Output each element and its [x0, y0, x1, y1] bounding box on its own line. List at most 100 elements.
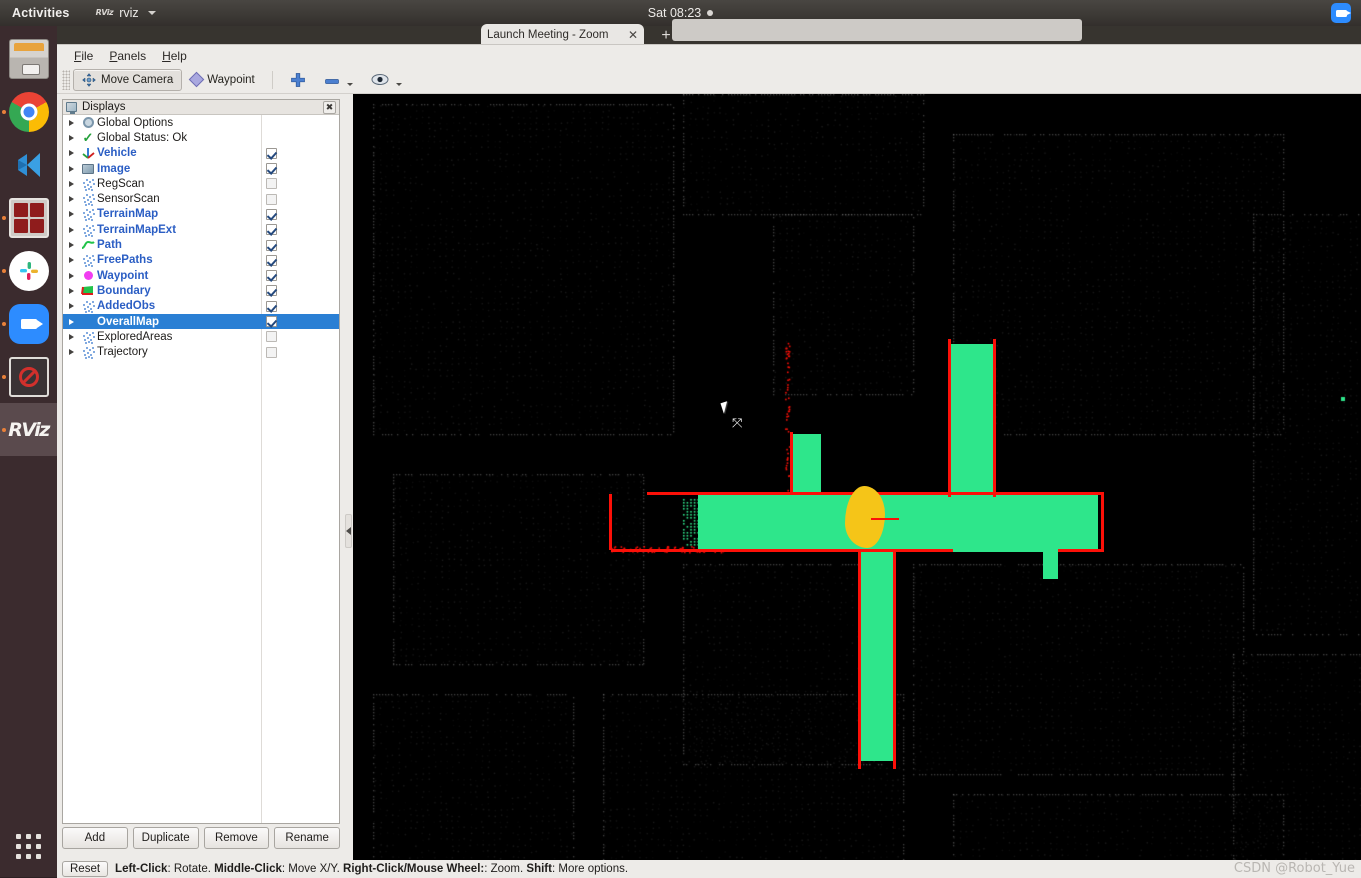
expand-arrow-icon[interactable] [63, 166, 79, 172]
dock-item-files[interactable] [0, 32, 57, 85]
displays-enable-checkbox-cell[interactable] [266, 314, 277, 329]
expand-arrow-icon[interactable] [63, 242, 79, 248]
expand-arrow-icon[interactable] [63, 303, 79, 309]
displays-tree-row[interactable]: OverallMap [63, 314, 339, 329]
displays-tree-row[interactable]: ExploredAreas [63, 329, 339, 344]
displays-enable-checkbox-cell[interactable] [266, 344, 277, 359]
zoom-camera-icon[interactable] [1331, 3, 1351, 23]
duplicate-button[interactable]: Duplicate [133, 827, 199, 849]
collapse-panel-button[interactable] [345, 514, 352, 548]
displays-enable-checkbox-cell[interactable] [266, 299, 277, 314]
dock-item-slack[interactable] [0, 244, 57, 297]
displays-tree-row[interactable]: Boundary [63, 283, 339, 298]
expand-arrow-icon[interactable] [63, 120, 79, 126]
app-menu[interactable]: RViz rviz [96, 6, 156, 20]
rename-button[interactable]: Rename [274, 827, 340, 849]
displays-tree-row[interactable]: FreePaths [63, 253, 339, 268]
expand-arrow-icon[interactable] [63, 227, 79, 233]
displays-enable-checkbox-cell[interactable] [266, 253, 277, 268]
displays-enable-checkbox[interactable] [266, 331, 277, 342]
displays-tree-row[interactable]: TerrainMap [63, 207, 339, 222]
expand-arrow-icon[interactable] [63, 196, 79, 202]
displays-tree-row[interactable]: Waypoint [63, 268, 339, 283]
displays-tree-row[interactable]: RegScan [63, 176, 339, 191]
displays-enable-checkbox-cell[interactable] [266, 222, 277, 237]
displays-enable-checkbox[interactable] [266, 270, 277, 281]
dock-item-blocked-terminal[interactable] [0, 350, 57, 403]
add-button[interactable]: Add [62, 827, 128, 849]
close-icon[interactable]: ✖ [323, 101, 336, 114]
expand-arrow-icon[interactable] [63, 135, 79, 141]
displays-tree-row[interactable]: TerrainMapExt [63, 222, 339, 237]
displays-enable-checkbox-cell[interactable] [266, 176, 277, 191]
activities-button[interactable]: Activities [12, 6, 70, 20]
displays-enable-checkbox[interactable] [266, 178, 277, 189]
expand-arrow-icon[interactable] [63, 211, 79, 217]
expand-arrow-icon[interactable] [63, 273, 79, 279]
move-camera-tool-button[interactable]: Move Camera [73, 69, 182, 91]
dock-item-vscode[interactable] [0, 138, 57, 191]
displays-tree-row[interactable]: AddedObs [63, 299, 339, 314]
expand-arrow-icon[interactable] [63, 319, 79, 325]
displays-enable-checkbox-cell[interactable] [266, 283, 277, 298]
displays-enable-checkbox[interactable] [266, 316, 277, 327]
displays-enable-checkbox-cell[interactable] [266, 329, 277, 344]
displays-tree-row[interactable]: Trajectory [63, 344, 339, 359]
zoom-in-button[interactable] [281, 69, 315, 91]
expand-arrow-icon[interactable] [63, 349, 79, 355]
displays-enable-checkbox-cell[interactable] [266, 191, 277, 206]
reset-button[interactable]: Reset [62, 861, 108, 877]
displays-tree-row[interactable]: ✓Global Status: Ok [63, 130, 339, 145]
focus-camera-button[interactable] [362, 69, 411, 91]
dock-item-rviz[interactable]: RViz [0, 403, 57, 456]
menu-panels[interactable]: Panels [101, 47, 154, 65]
3d-viewport[interactable]: ⤧ [353, 94, 1361, 878]
new-tab-button[interactable]: + [656, 26, 676, 46]
displays-tree[interactable]: Global Options✓Global Status: OkVehicleI… [63, 115, 339, 823]
dock-item-chrome[interactable] [0, 85, 57, 138]
displays-enable-checkbox-cell[interactable] [266, 146, 277, 161]
menu-help[interactable]: Help [154, 47, 195, 65]
displays-enable-checkbox[interactable] [266, 255, 277, 266]
eye-icon [371, 73, 389, 86]
expand-arrow-icon[interactable] [63, 150, 79, 156]
waypoint-tool-button[interactable]: Waypoint [182, 69, 264, 91]
dock-item-terminal[interactable] [0, 191, 57, 244]
browser-tab-zoom[interactable]: Launch Meeting - Zoom ✕ [481, 24, 644, 46]
expand-arrow-icon[interactable] [63, 257, 79, 263]
displays-enable-checkbox[interactable] [266, 209, 277, 220]
displays-enable-checkbox-cell[interactable] [266, 161, 277, 176]
displays-enable-checkbox[interactable] [266, 347, 277, 358]
displays-enable-checkbox-cell[interactable] [266, 237, 277, 252]
displays-tree-row[interactable]: Path [63, 237, 339, 252]
watermark: CSDN @Robot_Yue [1234, 861, 1355, 876]
chevron-down-icon[interactable] [396, 83, 402, 86]
expand-arrow-icon[interactable] [63, 334, 79, 340]
rviz-icon: RViz [9, 410, 49, 450]
expand-arrow-icon[interactable] [63, 181, 79, 187]
displays-enable-checkbox-cell[interactable] [266, 207, 277, 222]
zoom-out-button[interactable] [315, 69, 362, 91]
system-tray[interactable] [1331, 0, 1351, 26]
toolbar-grip[interactable] [62, 70, 70, 90]
chevron-down-icon[interactable] [347, 83, 353, 86]
displays-enable-checkbox[interactable] [266, 285, 277, 296]
displays-tree-row[interactable]: Global Options [63, 115, 339, 130]
displays-enable-checkbox[interactable] [266, 194, 277, 205]
displays-tree-row[interactable]: SensorScan [63, 191, 339, 206]
dock-item-zoom[interactable] [0, 297, 57, 350]
displays-enable-checkbox[interactable] [266, 301, 277, 312]
displays-tree-row[interactable]: Vehicle [63, 146, 339, 161]
remove-button[interactable]: Remove [204, 827, 270, 849]
expand-arrow-icon[interactable] [63, 288, 79, 294]
close-icon[interactable]: ✕ [628, 28, 638, 42]
displays-enable-checkbox[interactable] [266, 224, 277, 235]
displays-enable-checkbox-cell[interactable] [266, 268, 277, 283]
displays-enable-checkbox[interactable] [266, 240, 277, 251]
displays-enable-checkbox[interactable] [266, 148, 277, 159]
menu-file[interactable]: File [66, 47, 101, 65]
apps-grid-icon[interactable] [0, 823, 57, 869]
pane-splitter[interactable] [344, 94, 353, 878]
displays-tree-row[interactable]: Image [63, 161, 339, 176]
displays-enable-checkbox[interactable] [266, 163, 277, 174]
